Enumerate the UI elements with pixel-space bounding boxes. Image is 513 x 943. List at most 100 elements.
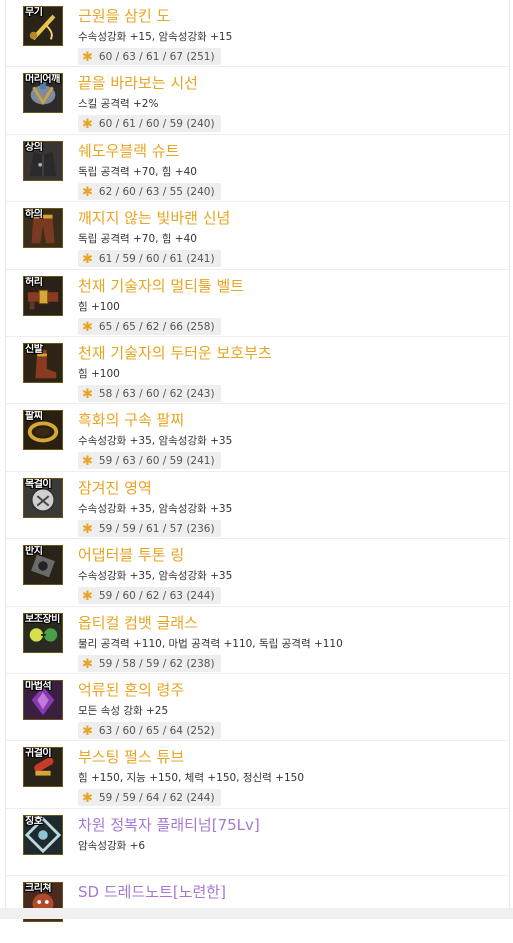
slot-label: 무기 [25, 7, 43, 18]
growth-badge: ✱ 59 / 59 / 61 / 57 (236) [78, 519, 221, 537]
item-stats: 스킬 공격력 +2% [78, 98, 159, 111]
equipment-row[interactable]: 귀걸이 부스팅 펄스 튜브힘 +150, 지능 +150, 체력 +150, 정신… [6, 741, 509, 809]
equipment-list: 무기 근원을 삼킨 도수속성강화 +15, 암속성강화 +15 ✱ 60 / 63 /… [6, 0, 509, 943]
slot-label: 상의 [25, 141, 43, 153]
growth-values: 59 / 60 / 62 / 63 (244) [98, 590, 215, 603]
item-stats: 독립 공격력 +70, 힘 +40 [78, 165, 197, 178]
pants-icon[interactable]: 하의 [23, 208, 63, 249]
equipment-row[interactable]: 목걸이 잠겨진 영역 수속성강화 +35, 암속성강화 +35 ✱ 59 / 59 / … [6, 472, 509, 540]
growth-values: 59 / 63 / 60 / 59 (241) [98, 455, 215, 468]
slot-label: 신발 [25, 343, 43, 355]
slot-label: 보조장비 [25, 613, 60, 625]
growth-values: 59 / 59 / 61 / 57 (236) [98, 522, 215, 535]
item-name[interactable]: 깨지지 않는 빛바랜 신념 [78, 208, 230, 228]
growth-values: 65 / 65 / 62 / 66 (258) [98, 320, 215, 333]
equipment-row[interactable]: 팔찌 흑화의 구속 팔찌수속성강화 +35, 암속성강화 +35 ✱ 59 / 63 … [6, 404, 509, 472]
item-stats: 암속성강화 +6 [78, 839, 146, 852]
shoulder-armor-icon[interactable]: 머리어깨 [23, 73, 63, 114]
growth-badge: ✱ 59 / 60 / 62 / 63 (244) [78, 587, 221, 605]
star-icon: ✱ [82, 117, 93, 133]
growth-values: 60 / 61 / 60 / 59 (240) [98, 118, 215, 131]
item-stats: 독립 공격력 +70, 힘 +40 [78, 233, 197, 246]
star-icon: ✱ [82, 589, 93, 605]
glasses-icon[interactable]: 보조장비 [23, 612, 63, 653]
earring-icon[interactable]: 귀걸이 [23, 747, 63, 788]
item-stats: 힘 +150, 지능 +150, 체력 +150, 정신력 +150 [78, 772, 305, 785]
title-emblem-icon[interactable]: 칭호 [23, 814, 63, 855]
item-name[interactable]: 천재 기술자의 멀티툴 벨트 [78, 276, 244, 296]
slot-label: 팔찌 [25, 411, 43, 423]
slot-label: 허리 [25, 276, 43, 288]
equipment-panel: 무기 근원을 삼킨 도수속성강화 +15, 암속성강화 +15 ✱ 60 / 63 /… [5, 0, 510, 923]
growth-values: 59 / 59 / 64 / 62 (244) [98, 792, 215, 805]
jacket-icon[interactable]: 상의 [23, 140, 63, 181]
item-stats: 힘 +100 [78, 300, 120, 313]
growth-badge: ✱ 59 / 58 / 59 / 62 (238) [78, 654, 221, 672]
slot-label: 하의 [25, 209, 43, 221]
item-name[interactable]: 억류된 혼의 령주 [78, 680, 184, 700]
equipment-row[interactable]: 칭호 차원 정복자 플래티넘[75Lv] 암속성강화 +6 [6, 809, 509, 877]
magic-stone-icon[interactable]: 마법석 [23, 679, 63, 720]
item-name[interactable]: 흑화의 구속 팔찌 [78, 410, 184, 430]
item-name[interactable]: 잠겨진 영역 [78, 478, 152, 498]
growth-badge: ✱ 63 / 60 / 65 / 64 (252) [78, 721, 221, 739]
star-icon: ✱ [82, 521, 93, 537]
equipment-row[interactable]: 보조장비 옵티컬 컴뱃 글래스물리 공격력 +110, 마법 공격력 +110, … [6, 607, 509, 674]
item-name[interactable]: 천재 기술자의 두터운 보호부츠 [78, 343, 272, 363]
equipment-row[interactable]: 마법석 억류된 혼의 령주모든 속성 강화 +25 ✱ 63 / 60 / 65 / … [6, 674, 509, 742]
growth-values: 60 / 63 / 61 / 67 (251) [98, 51, 215, 63]
belt-icon[interactable]: 허리 [23, 275, 63, 316]
star-icon: ✱ [82, 386, 93, 402]
star-icon: ✱ [82, 723, 93, 739]
growth-values: 63 / 60 / 65 / 64 (252) [98, 724, 215, 737]
ring-icon[interactable]: 반지 [23, 545, 63, 586]
necklace-icon[interactable]: 목걸이 [23, 477, 63, 518]
item-name[interactable]: 부스팅 펄스 튜브 [78, 747, 184, 767]
slot-label: 반지 [25, 546, 43, 558]
equipment-row[interactable]: 허리 천재 기술자의 멀티툴 벨트힘 +100 ✱ 65 / 65 / 62 / 66… [6, 270, 509, 337]
boots-icon[interactable]: 신발 [23, 342, 63, 383]
item-stats: 모든 속성 강화 +25 [78, 704, 169, 717]
item-name[interactable]: 옵티컬 컴뱃 글래스 [78, 613, 198, 633]
growth-badge: ✱ 60 / 61 / 60 / 59 (240) [78, 115, 221, 133]
item-name[interactable]: 차원 정복자 플래티넘[75Lv] [78, 815, 260, 835]
equipment-row[interactable]: 하의 깨지지 않는 빛바랜 신념 독립 공격력 +70, 힘 +40 ✱ 61 / 59… [6, 202, 509, 270]
equipment-row[interactable]: 반지 어댑터블 투톤 링수속성강화 +35, 암속성강화 +35 ✱ 59 / 60 … [6, 539, 509, 607]
growth-badge: ✱ 58 / 63 / 60 / 62 (243) [78, 384, 221, 402]
bracelet-icon[interactable]: 팔찌 [23, 410, 63, 451]
item-name[interactable]: 어댑터블 투톤 링 [78, 545, 184, 565]
item-stats: 수속성강화 +35, 암속성강화 +35 [78, 435, 233, 448]
slot-label: 귀걸이 [25, 748, 52, 760]
equipment-row[interactable]: 상의 쉐도우블랙 슈트독립 공격력 +70, 힘 +40 ✱ 62 / 60 / 63… [6, 135, 509, 203]
slot-label: 칭호 [25, 815, 43, 827]
equipment-row[interactable]: 신발 천재 기술자의 두터운 보호부츠힘 +100 ✱ 58 / 63 / 60 / … [6, 337, 509, 405]
star-icon: ✱ [82, 656, 93, 672]
item-name[interactable]: SD 드레드노트[노련한] [78, 882, 226, 902]
star-icon: ✱ [82, 184, 93, 200]
equipment-row[interactable]: 머리어깨 끝을 바라보는 시선스킬 공격력 +2% ✱ 60 / 61 / 60 / … [6, 67, 509, 135]
bottom-bar [0, 908, 513, 919]
slot-label: 목걸이 [25, 478, 52, 490]
sword-icon[interactable]: 무기 [23, 6, 63, 46]
item-name[interactable]: 쉐도우블랙 슈트 [78, 141, 179, 161]
growth-badge: ✱ 59 / 63 / 60 / 59 (241) [78, 452, 221, 470]
star-icon: ✱ [82, 50, 93, 65]
growth-values: 62 / 60 / 63 / 55 (240) [98, 185, 215, 198]
equipment-row[interactable]: 무기 근원을 삼킨 도수속성강화 +15, 암속성강화 +15 ✱ 60 / 63 /… [6, 0, 509, 68]
item-stats: 수속성강화 +35, 암속성강화 +35 [78, 570, 233, 583]
growth-badge: ✱ 62 / 60 / 63 / 55 (240) [78, 182, 221, 200]
growth-values: 59 / 58 / 59 / 62 (238) [98, 657, 215, 670]
slot-label: 마법석 [25, 680, 52, 692]
item-stats: 힘 +100 [78, 367, 120, 380]
growth-values: 58 / 63 / 60 / 62 (243) [98, 387, 215, 400]
star-icon: ✱ [82, 791, 93, 807]
star-icon: ✱ [82, 319, 93, 335]
growth-badge: ✱ 65 / 65 / 62 / 66 (258) [78, 317, 221, 335]
slot-label: 크리쳐 [25, 883, 52, 895]
item-stats: 수속성강화 +15, 암속성강화 +15 [78, 31, 233, 43]
star-icon: ✱ [82, 454, 93, 470]
item-stats: 물리 공격력 +110, 마법 공격력 +110, 독립 공격력 +110 [78, 637, 343, 650]
item-name[interactable]: 끝을 바라보는 시선 [78, 73, 198, 93]
item-name[interactable]: 근원을 삼킨 도 [78, 6, 170, 26]
growth-badge: ✱ 59 / 59 / 64 / 62 (244) [78, 789, 221, 807]
